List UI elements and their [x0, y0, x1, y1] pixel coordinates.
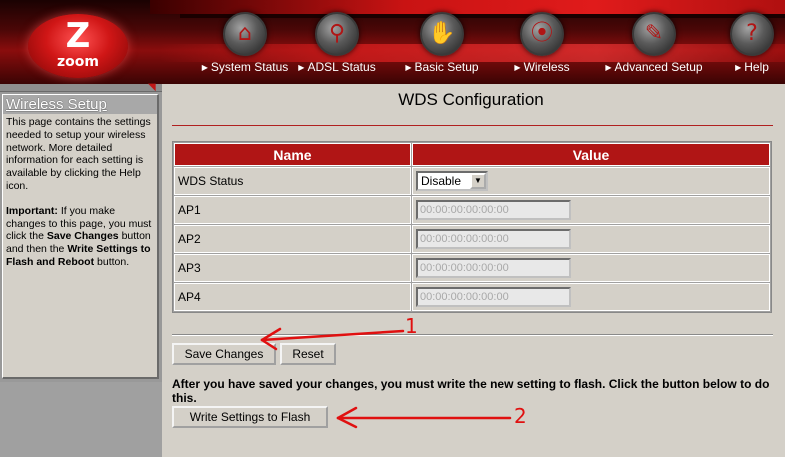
nav-label: Help [744, 60, 769, 74]
help-icon: ? [730, 12, 774, 56]
logo-word: zoom [57, 54, 99, 70]
write-settings-button[interactable]: Write Settings to Flash [172, 406, 328, 428]
ap4-mac-input[interactable]: 00:00:00:00:00:00 [416, 287, 571, 307]
save-changes-button[interactable]: Save Changes [172, 343, 276, 365]
header-banner: Z zoom ⌂ ▶ System Status ⚲ ▶ ADSL Status ✋… [0, 0, 785, 84]
wds-status-label: WDS Status [174, 167, 411, 195]
logo-letter: Z [65, 16, 91, 56]
wds-table: Name Value WDS Status Disable ▼ AP1 00:00… [172, 141, 772, 313]
nav-help[interactable]: ? ▶ Help [724, 12, 780, 78]
ap1-cell: 00:00:00:00:00:00 [412, 196, 770, 224]
help-title[interactable]: Wireless Setup [3, 95, 157, 114]
annotation-marker-2: 2 [514, 404, 527, 428]
sidebar-topbar [0, 84, 162, 92]
section-divider [172, 334, 773, 336]
ap1-mac-input[interactable]: 00:00:00:00:00:00 [416, 200, 571, 220]
important-label: Important: [6, 204, 58, 217]
table-row: AP2 00:00:00:00:00:00 [174, 225, 770, 253]
table-row: WDS Status Disable ▼ [174, 167, 770, 195]
nav-basic-setup[interactable]: ✋ ▶ Basic Setup [400, 12, 484, 78]
main-content: WDS Configuration Name Value WDS Status … [162, 84, 785, 457]
ap4-label: AP4 [174, 283, 411, 311]
nav-wireless[interactable]: ⦿ ▶ Wireless [500, 12, 584, 78]
help-intro: This page contains the settings needed t… [6, 116, 151, 192]
help-panel: Wireless Setup This page contains the se… [2, 94, 159, 379]
corner-arrow-icon: ◥ [148, 82, 156, 93]
annotation-marker-1: 1 [405, 314, 418, 338]
ap3-cell: 00:00:00:00:00:00 [412, 254, 770, 282]
help-save-ref: Save Changes [46, 230, 119, 243]
nav-adsl-status[interactable]: ⚲ ▶ ADSL Status [295, 12, 379, 78]
table-row: AP1 00:00:00:00:00:00 [174, 196, 770, 224]
ap3-mac-input[interactable]: 00:00:00:00:00:00 [416, 258, 571, 278]
nav-label: System Status [210, 60, 289, 74]
sidebar: ◥ Wireless Setup This page contains the … [0, 82, 162, 457]
wds-status-cell: Disable ▼ [412, 167, 770, 195]
help-important: Important: If you make changes to this p… [6, 205, 154, 269]
wireless-icon: ⦿ [520, 12, 564, 56]
chevron-down-icon[interactable]: ▼ [470, 173, 486, 189]
table-header-row: Name Value [174, 143, 770, 166]
wds-status-value: Disable [421, 174, 462, 188]
column-header-name: Name [174, 143, 411, 166]
hand-icon: ✋ [420, 12, 464, 56]
ap1-label: AP1 [174, 196, 411, 224]
nav-system-status[interactable]: ⌂ ▶ System Status [200, 12, 290, 78]
ap2-cell: 00:00:00:00:00:00 [412, 225, 770, 253]
column-header-value: Value [412, 143, 770, 166]
help-text: button. [94, 255, 130, 268]
wrench-icon: ✎ [632, 12, 676, 56]
nav-advanced-setup[interactable]: ✎ ▶ Advanced Setup [604, 12, 704, 78]
nav-label: ADSL Status [307, 60, 376, 74]
table-row: AP3 00:00:00:00:00:00 [174, 254, 770, 282]
status-icon: ⌂ [223, 12, 267, 56]
magnifier-icon: ⚲ [315, 12, 359, 56]
ap2-label: AP2 [174, 225, 411, 253]
zoom-logo[interactable]: Z zoom [26, 14, 130, 80]
sidebar-filler [0, 382, 162, 457]
ap2-mac-input[interactable]: 00:00:00:00:00:00 [416, 229, 571, 249]
nav-label: Advanced Setup [614, 60, 703, 74]
page-title: WDS Configuration [398, 90, 544, 109]
wds-status-select[interactable]: Disable ▼ [416, 171, 488, 191]
ap3-label: AP3 [174, 254, 411, 282]
flash-note: After you have saved your changes, you m… [172, 377, 770, 405]
reset-button[interactable]: Reset [280, 343, 336, 365]
nav-label: Basic Setup [414, 60, 479, 74]
table-row: AP4 00:00:00:00:00:00 [174, 283, 770, 311]
title-divider [172, 125, 773, 126]
nav-label: Wireless [523, 60, 570, 74]
ap4-cell: 00:00:00:00:00:00 [412, 283, 770, 311]
